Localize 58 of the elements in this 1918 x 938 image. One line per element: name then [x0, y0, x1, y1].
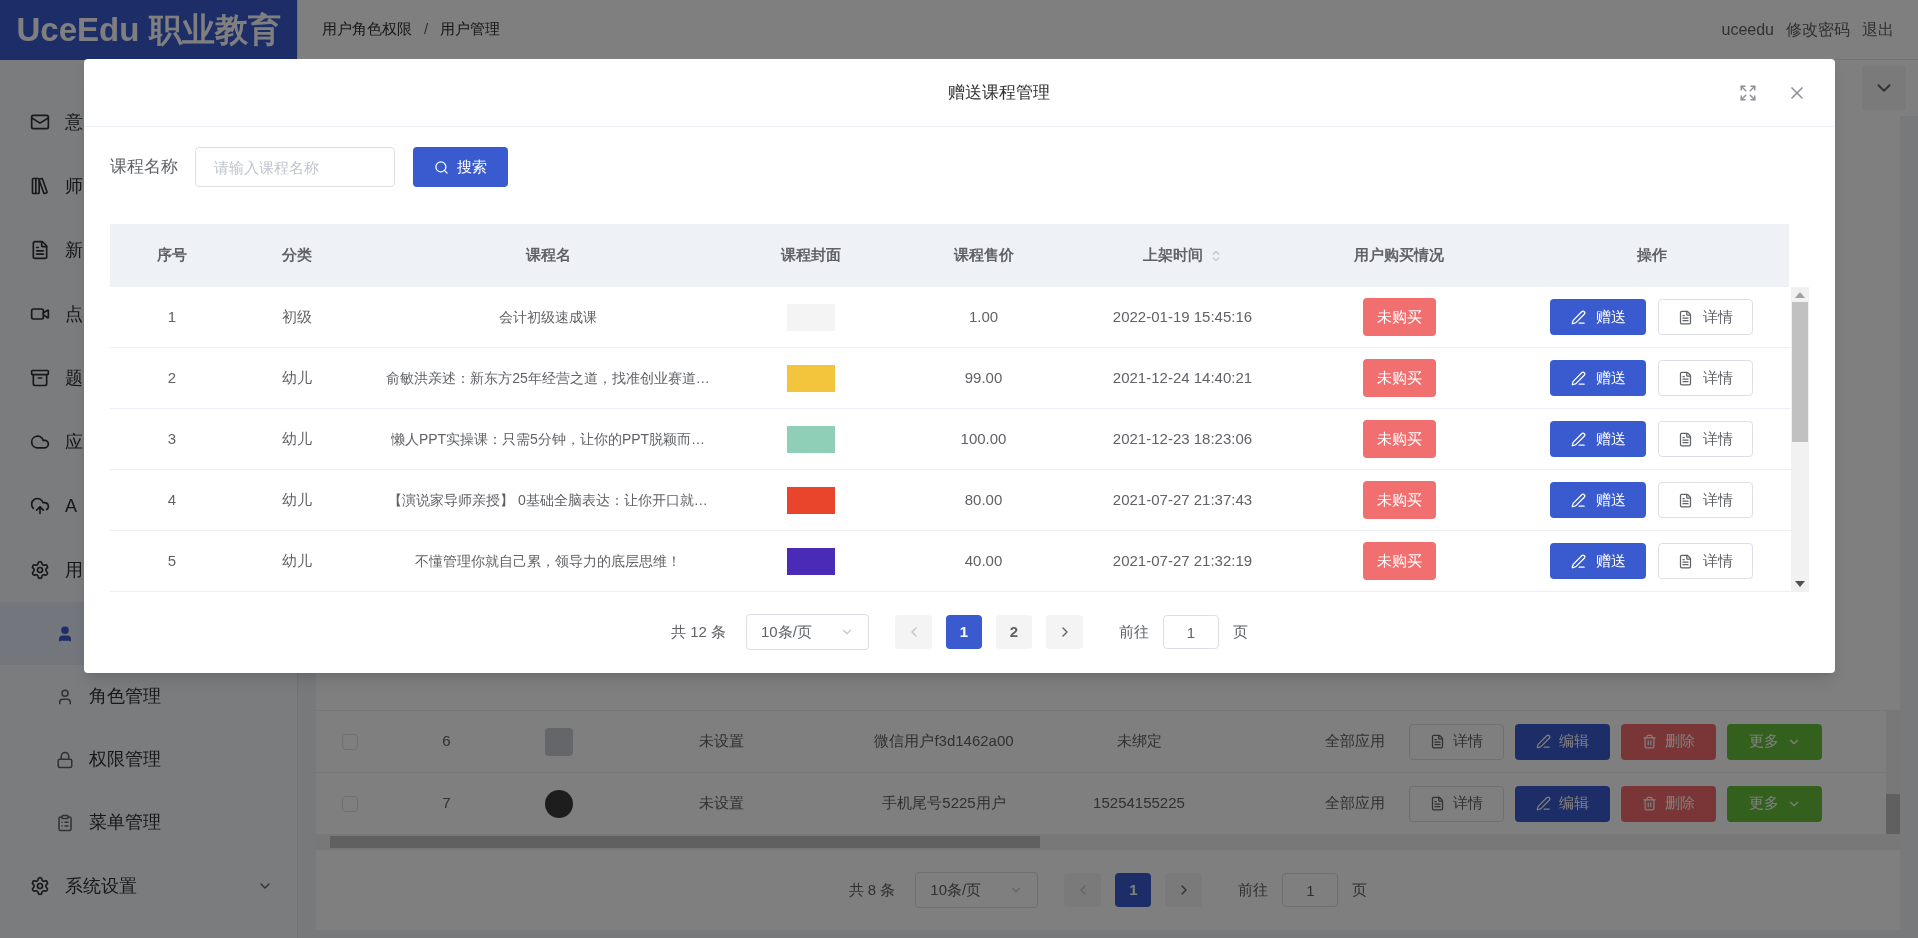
table-cell-text: 会计初级速成课 — [499, 307, 597, 327]
column-header: 序号 — [157, 245, 187, 266]
column-header: 分类 — [282, 245, 312, 266]
table-cell-text: 初级 — [282, 306, 312, 327]
table-cell-text: 2021-12-23 18:23:06 — [1112, 428, 1253, 449]
table-cell-text: 2022-01-19 15:45:16 — [1112, 306, 1253, 327]
table-cell-text: 1.00 — [968, 306, 999, 327]
breadcrumb-separator: / — [424, 19, 429, 40]
status-badge: 未购买 — [1362, 420, 1436, 458]
table-cell-text: 懒人PPT实操课：只需5分钟，让你的PPT脱颖而… — [390, 429, 706, 449]
table-cell-text: 5 — [167, 550, 177, 571]
table-cell-text: 2021-07-27 21:37:43 — [1112, 489, 1253, 510]
table-cell-text: 2 — [167, 367, 177, 388]
table-cell-text: 40.00 — [964, 550, 1003, 571]
table-cell-text: 全部应用 — [1325, 793, 1385, 814]
table-cell-text: 3 — [167, 428, 177, 449]
status-badge: 未购买 — [1362, 481, 1436, 519]
table-cell-text: 未设置 — [699, 731, 744, 752]
status-badge: 未购买 — [1362, 542, 1436, 580]
table-cell-text: 手机尾号5225用户 — [882, 793, 1006, 814]
total-count: 共 12 条 — [671, 621, 726, 642]
table-cell-text: 微信用户f3d1462a00 — [874, 731, 1014, 752]
table-cell-text: 幼儿 — [282, 428, 312, 449]
status-badge: 未购买 — [1362, 359, 1436, 397]
table-cell-text: 不懂管理你就自己累，领导力的底层思维！ — [415, 551, 681, 571]
table-cell-text: 100.00 — [960, 428, 1007, 449]
column-header: 操作 — [1636, 245, 1667, 266]
table-cell-text: 15254155225 — [1093, 793, 1185, 814]
goto-suffix: 页 — [1352, 879, 1368, 900]
column-header: 课程售价 — [953, 245, 1014, 266]
table-cell-text: 未绑定 — [1116, 731, 1162, 752]
table-cell-text: 2021-12-24 14:40:21 — [1112, 367, 1253, 388]
goto-suffix: 页 — [1233, 621, 1248, 642]
table-cell-text: 未设置 — [699, 793, 744, 814]
table-cell-text: 幼儿 — [282, 489, 312, 510]
table-cell-text: 80.00 — [964, 489, 1003, 510]
status-badge: 未购买 — [1362, 298, 1436, 336]
total-count: 共 8 条 — [848, 879, 896, 900]
column-header: 课程名 — [525, 245, 571, 266]
table-cell-text: 6 — [442, 731, 451, 752]
column-header: 用户购买情况 — [1354, 245, 1444, 266]
search-label: 课程名称 — [110, 156, 179, 179]
table-cell-text: 4 — [167, 489, 177, 510]
table-cell-text: 俞敏洪亲述：新东方25年经营之道，找准创业赛道… — [386, 368, 710, 388]
goto-label: 前往 — [1238, 879, 1269, 900]
table-cell-text: 幼儿 — [282, 367, 312, 388]
table-cell-text: 全部应用 — [1325, 731, 1385, 752]
logo: UceEdu 职业教育 — [0, 0, 297, 60]
column-header: 上架时间 — [1142, 245, 1203, 266]
column-header: 课程封面 — [781, 245, 841, 266]
table-cell-text: 1 — [167, 306, 177, 327]
table-cell-text: 7 — [442, 793, 451, 814]
table-cell-text: 99.00 — [964, 367, 1003, 388]
table-cell-text: 幼儿 — [282, 550, 312, 571]
goto-label: 前往 — [1119, 621, 1149, 642]
dialog-title: 赠送课程管理 — [946, 81, 1050, 104]
table-cell-text: 2021-07-27 21:32:19 — [1112, 550, 1253, 571]
table-cell-text: 【演说家导师亲授】 0基础全脑表达：让你开口就… — [388, 490, 708, 510]
